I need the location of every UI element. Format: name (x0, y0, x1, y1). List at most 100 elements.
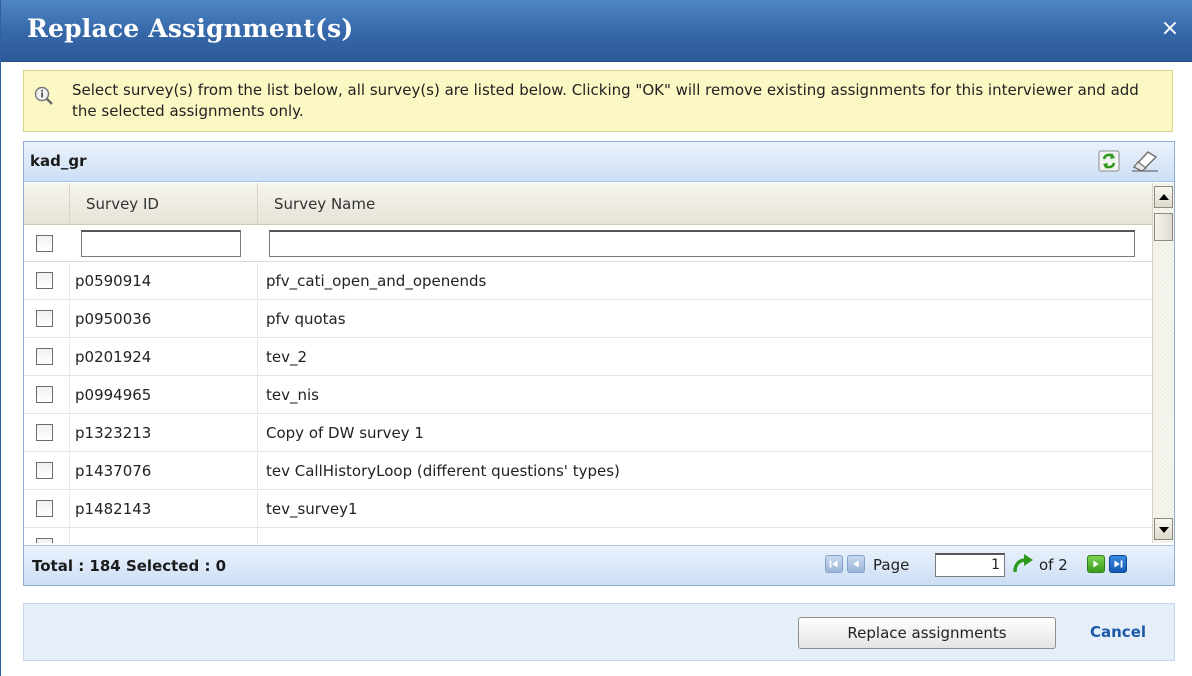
table-row[interactable]: p1323213 Copy of DW survey 1 (24, 415, 1152, 452)
column-header-survey-name[interactable]: Survey Name (258, 183, 1152, 225)
survey-name-cell (258, 529, 1152, 543)
table-row[interactable]: p0590914 pfv_cati_open_and_openends (24, 263, 1152, 300)
survey-name-cell: tev_survey1 (258, 491, 1152, 528)
grid-titlebar: kad_gr (24, 142, 1174, 182)
survey-id-cell: p1437076 (70, 453, 258, 490)
row-checkbox-cell (24, 301, 70, 338)
survey-name-cell: tev_nis (258, 377, 1152, 414)
survey-id: p1323213 (75, 424, 152, 442)
survey-id: p0950036 (75, 310, 152, 328)
page-count-label: of 2 (1039, 556, 1068, 574)
row-checkbox[interactable] (36, 348, 53, 365)
dialog-titlebar: Replace Assignment(s) × (1, 0, 1192, 62)
row-checkbox[interactable] (36, 310, 53, 327)
select-all-checkbox[interactable] (36, 235, 53, 252)
column-header-survey-id-label: Survey ID (86, 195, 159, 213)
row-checkbox-cell (24, 491, 70, 528)
header-checkbox-cell (24, 183, 70, 225)
survey-id-cell: p0201924 (70, 339, 258, 376)
row-checkbox[interactable] (36, 500, 53, 517)
row-checkbox-cell (24, 339, 70, 376)
survey-id-filter-field[interactable] (81, 230, 241, 257)
survey-name-cell: tev CallHistoryLoop (different questions… (258, 453, 1152, 490)
next-page-button[interactable] (1087, 555, 1105, 573)
survey-id-cell: p0590914 (70, 263, 258, 300)
page-label: Page (873, 556, 910, 574)
last-page-button[interactable] (1109, 555, 1127, 573)
vertical-scrollbar[interactable] (1152, 183, 1174, 543)
row-checkbox[interactable] (36, 272, 53, 289)
grid-table: Survey ID Survey Name p0590914 pfv_cati_… (24, 183, 1152, 543)
survey-name: tev_2 (266, 348, 308, 366)
dialog-title: Replace Assignment(s) (27, 14, 354, 43)
survey-id: p0590914 (75, 272, 152, 290)
arrow-up-icon (1159, 194, 1169, 200)
survey-name: pfv_cati_open_and_openends (266, 272, 487, 290)
pager: Page 1 of 2 (825, 552, 1170, 578)
next-page-icon (1093, 560, 1099, 568)
grid-footer: Total : 184 Selected : 0 Page 1 of 2 (24, 545, 1174, 585)
row-checkbox[interactable] (36, 538, 53, 543)
clear-filter-eraser-icon[interactable] (1128, 149, 1160, 173)
survey-name: tev CallHistoryLoop (different questions… (266, 462, 620, 480)
column-header-survey-name-label: Survey Name (274, 195, 376, 213)
survey-id-cell: p0994965 (70, 377, 258, 414)
survey-name-cell: tev_2 (258, 339, 1152, 376)
survey-name-filter-field[interactable] (269, 230, 1135, 257)
row-checkbox[interactable] (36, 462, 53, 479)
info-magnifier-icon (34, 86, 53, 105)
row-checkbox-cell (24, 529, 70, 543)
info-message: Select survey(s) from the list below, al… (23, 70, 1173, 132)
filter-row (24, 226, 1152, 262)
survey-name: pfv quotas (266, 310, 346, 328)
survey-name: Copy of DW survey 1 (266, 424, 424, 442)
first-page-icon (829, 560, 838, 568)
close-icon[interactable]: × (1157, 16, 1183, 42)
survey-name-filter-input[interactable] (270, 232, 1134, 256)
table-row[interactable]: p1482143 tev_survey1 (24, 491, 1152, 528)
survey-id: p1437076 (75, 462, 152, 480)
scroll-down-button[interactable] (1154, 518, 1173, 540)
table-row-partial[interactable] (24, 529, 1152, 543)
survey-id-cell: p1323213 (70, 415, 258, 452)
survey-name-cell: pfv quotas (258, 301, 1152, 338)
survey-name-cell: Copy of DW survey 1 (258, 415, 1152, 452)
survey-id: p0201924 (75, 348, 152, 366)
row-checkbox-cell (24, 377, 70, 414)
survey-grid: kad_gr Survey ID Survey Name p0590914 pf… (23, 141, 1175, 586)
row-checkbox-cell (24, 453, 70, 490)
table-row[interactable]: p0950036 pfv quotas (24, 301, 1152, 338)
survey-id-cell (70, 529, 258, 543)
table-row[interactable]: p0994965 tev_nis (24, 377, 1152, 414)
row-checkbox-cell (24, 263, 70, 300)
dialog-actions: Replace assignments Cancel (23, 603, 1175, 661)
column-header-survey-id[interactable]: Survey ID (70, 183, 258, 225)
last-page-icon (1114, 560, 1123, 568)
previous-page-button[interactable] (847, 555, 865, 573)
survey-id: p0994965 (75, 386, 152, 404)
refresh-icon[interactable] (1098, 150, 1120, 172)
info-text: Select survey(s) from the list below, al… (72, 81, 1139, 120)
survey-id-cell: p0950036 (70, 301, 258, 338)
scroll-thumb[interactable] (1154, 213, 1173, 241)
arrow-down-icon (1159, 527, 1169, 533)
cancel-link[interactable]: Cancel (1090, 623, 1146, 641)
survey-id: p1482143 (75, 500, 152, 518)
replace-assignments-button[interactable]: Replace assignments (798, 617, 1056, 649)
previous-page-icon (853, 560, 859, 568)
grid-header-row: Survey ID Survey Name (24, 183, 1152, 225)
scroll-up-button[interactable] (1154, 186, 1173, 208)
go-to-page-arrow-icon[interactable] (1011, 552, 1035, 576)
grid-name: kad_gr (30, 152, 87, 170)
survey-name-cell: pfv_cati_open_and_openends (258, 263, 1152, 300)
survey-name: tev_nis (266, 386, 319, 404)
table-row[interactable]: p1437076 tev CallHistoryLoop (different … (24, 453, 1152, 490)
survey-id-cell: p1482143 (70, 491, 258, 528)
survey-name: tev_survey1 (266, 500, 358, 518)
survey-id-filter-input[interactable] (82, 232, 240, 256)
row-checkbox[interactable] (36, 424, 53, 441)
page-number-input[interactable]: 1 (935, 553, 1005, 577)
row-checkbox[interactable] (36, 386, 53, 403)
first-page-button[interactable] (825, 555, 843, 573)
table-row[interactable]: p0201924 tev_2 (24, 339, 1152, 376)
